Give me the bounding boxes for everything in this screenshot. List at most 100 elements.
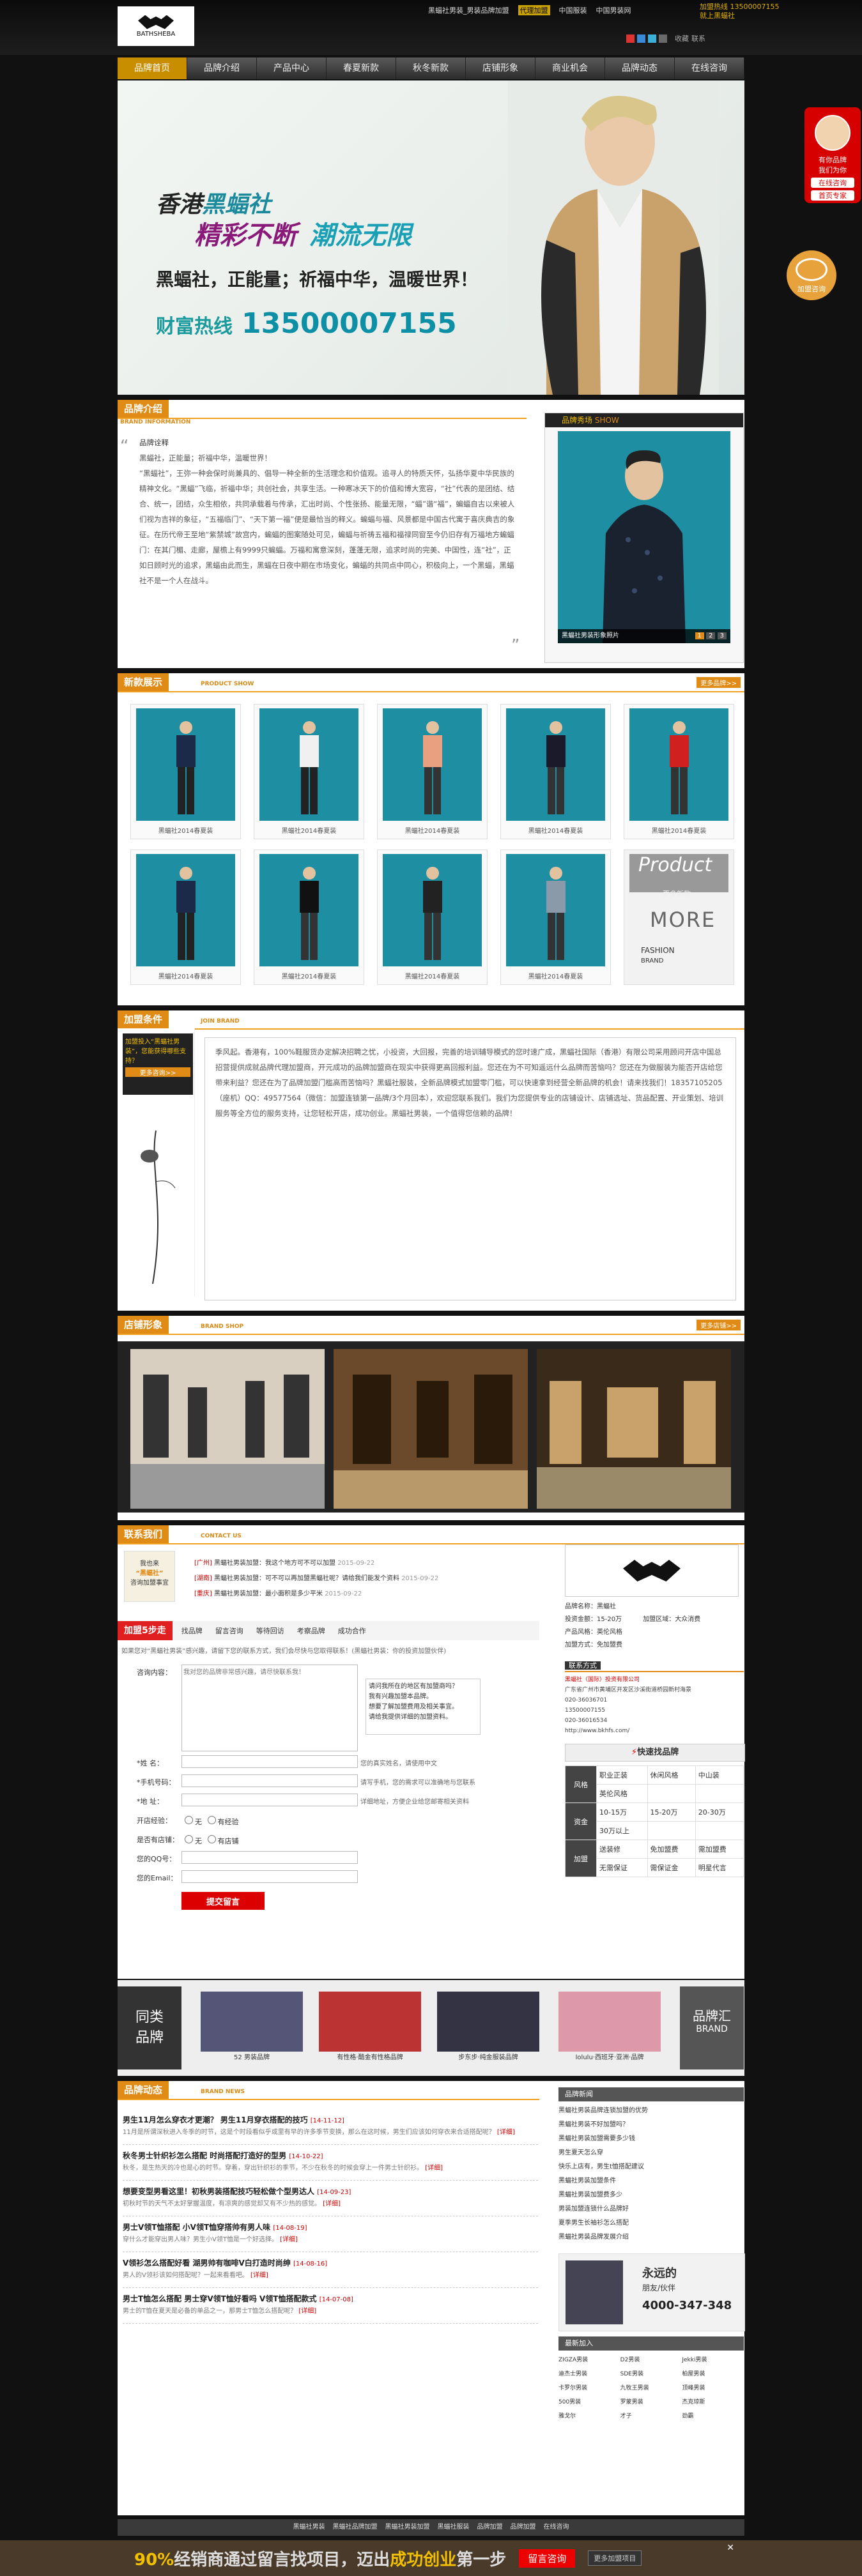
float-chat-bubble[interactable]: 加盟咨询	[787, 250, 836, 300]
footer-link[interactable]: 黑蝠社男装加盟	[385, 2519, 430, 2536]
side-news-item[interactable]: 夏季男生长袖衫怎么搭配	[558, 2216, 744, 2230]
news-item[interactable]: V领衫怎么搭配好看 湖男帅有咖啡V白打造时尚绅 [14-08-16] 男人的V领衫…	[123, 2252, 538, 2288]
brand-show-slider[interactable]: 品牌秀场 SHOW 黑蝠社男装形象照片 1 2 3	[544, 413, 744, 663]
product-card[interactable]: 黑蝠社2014春夏装	[500, 850, 611, 985]
table-cell[interactable]: 中山装	[695, 1765, 744, 1785]
side-news-item[interactable]: 黑蝠社男装加盟需要多少钱	[558, 2132, 744, 2146]
nav-shop-image[interactable]: 店铺形象	[466, 57, 535, 79]
footer-link[interactable]: 黑蝠社服装	[438, 2519, 470, 2536]
top-link[interactable]: 中国男装网	[596, 5, 631, 15]
more-link[interactable]: 更多品牌>>	[697, 677, 741, 688]
table-cell[interactable]: 20-30万	[695, 1802, 744, 1822]
side-new-item[interactable]: 卡罗尔男装	[558, 2381, 620, 2395]
brand-card[interactable]: 有性格·酷金有性格品牌	[319, 1992, 421, 2067]
side-new-item[interactable]: ZIGZA男装	[558, 2353, 620, 2367]
brand-card[interactable]: 步东步·纯金服装品牌	[437, 1992, 539, 2067]
float-consult-button[interactable]: 在线咨询	[811, 178, 854, 188]
side-new-item[interactable]: 顶峰男装	[682, 2381, 744, 2395]
table-cell[interactable]: 需保证金	[647, 1858, 696, 1877]
product-card[interactable]: 黑蝠社2014春夏装	[254, 704, 364, 839]
nav-business[interactable]: 商业机会	[535, 57, 605, 79]
brand-card[interactable]: 52 男装品牌	[201, 1992, 303, 2067]
bottom-more-button[interactable]: 更多加盟项目	[588, 2550, 642, 2566]
news-item[interactable]: 男士T恤怎么搭配 男士穿V领T恤好看吗 V领T恤搭配款式 [14-07-08] 男…	[123, 2288, 538, 2324]
name-input[interactable]	[181, 1755, 358, 1768]
side-new-item[interactable]: 500男装	[558, 2395, 620, 2409]
hero-banner[interactable]: 香港黑蝠社 精彩不断 潮流无限 黑蝠社，正能量；祈福中华，温暖世界！ 财富热线 13…	[118, 80, 744, 395]
top-link[interactable]: 中国服装	[559, 5, 587, 15]
footer-link[interactable]: 品牌加盟	[477, 2519, 503, 2536]
news-item[interactable]: 想要变型男看这里！初秋男装搭配技巧轻松做个型男达人 [14-09-23] 初秋时节…	[123, 2181, 538, 2216]
news-item[interactable]: 男士V领T恤搭配 小V领T恤穿搭帅有男人味 [14-08-19] 穿什么才能穿出男…	[123, 2216, 538, 2252]
shop-photo[interactable]	[130, 1349, 325, 1509]
side-new-item[interactable]: SDE男装	[620, 2367, 682, 2381]
side-new-item[interactable]: 九牧王男装	[620, 2381, 682, 2395]
footer-link[interactable]: 黑蝠社男装	[293, 2519, 325, 2536]
side-new-item[interactable]: Jekki男装	[682, 2353, 744, 2367]
table-cell[interactable]: 15-20万	[647, 1802, 696, 1822]
more-products-promo[interactable]: Product 更多新款 MORE FASHION BRAND	[624, 850, 734, 985]
product-card[interactable]: 黑蝠社2014春夏装	[130, 704, 241, 839]
side-new-item[interactable]: 柏屋男装	[682, 2367, 744, 2381]
side-new-item[interactable]: 劲霸	[682, 2409, 744, 2423]
brand-card[interactable]: lolulu·西班牙·亚洲·品牌	[558, 1992, 661, 2067]
qq-input[interactable]	[181, 1851, 358, 1864]
side-news-item[interactable]: 快乐上店有，男生t恤搭配建议	[558, 2160, 744, 2174]
side-news-item[interactable]: 黑蝠社男装品牌连锁加盟的优势	[558, 2104, 744, 2118]
product-card[interactable]: 黑蝠社2014春夏装	[624, 704, 734, 839]
join-more-button[interactable]: 更多咨询>>	[125, 1067, 190, 1077]
pager-dot[interactable]: 1	[695, 632, 704, 639]
nav-products[interactable]: 产品中心	[257, 57, 327, 79]
footer-link[interactable]: 黑蝠社品牌加盟	[333, 2519, 378, 2536]
nav-consult[interactable]: 在线咨询	[675, 57, 744, 79]
content-textarea[interactable]	[181, 1665, 358, 1751]
side-news-item[interactable]: 黑蝠社男装不好加盟吗？	[558, 2118, 744, 2132]
table-cell[interactable]: 休闲风格	[647, 1765, 696, 1785]
side-new-item[interactable]: 才子	[620, 2409, 682, 2423]
quick-message[interactable]: 请问我所在的地区有加盟商吗？	[369, 1682, 477, 1692]
footer-link[interactable]: 品牌加盟	[511, 2519, 536, 2536]
side-new-item[interactable]: 罗蒙男装	[620, 2395, 682, 2409]
pager-dot[interactable]: 3	[717, 632, 727, 639]
product-card[interactable]: 黑蝠社2014春夏装	[500, 704, 611, 839]
float-expert-button[interactable]: 首页专家	[811, 190, 854, 201]
product-card[interactable]: 黑蝠社2014春夏装	[130, 850, 241, 985]
pager-dot[interactable]: 2	[706, 632, 716, 639]
quick-message[interactable]: 请给我提供详细的加盟资料。	[369, 1712, 477, 1723]
side-new-item[interactable]: D2男装	[620, 2353, 682, 2367]
shop-photo[interactable]	[334, 1349, 528, 1509]
nav-brand-intro[interactable]: 品牌介绍	[187, 57, 257, 79]
table-cell[interactable]: 职业正装	[596, 1765, 648, 1785]
side-ad[interactable]: 永远的 朋友/伙伴 4000-347-348	[558, 2253, 745, 2331]
quick-message[interactable]: 我有兴趣加盟本品牌。	[369, 1692, 477, 1702]
quick-message[interactable]: 想要了解加盟费用及相关事宜。	[369, 1702, 477, 1712]
side-news-item[interactable]: 男生夏天怎么穿	[558, 2146, 744, 2160]
table-cell[interactable]: 送装修	[596, 1840, 648, 1859]
product-card[interactable]: 黑蝠社2014春夏装	[377, 704, 488, 839]
company-site[interactable]: http://www.bkhfs.com/	[565, 1726, 744, 1736]
nav-autumn-winter[interactable]: 秋冬新款	[396, 57, 466, 79]
join-badge[interactable]: 加盟投入“黑蝠社男装”，您能获得哪些支持？ 更多咨询>>	[123, 1033, 193, 1095]
table-cell[interactable]: 英伦风格	[596, 1784, 648, 1803]
news-item[interactable]: 男生11月怎么穿衣才更潮？ 男生11月穿衣搭配的技巧 [14-11-12] 11月…	[123, 2109, 538, 2145]
side-new-item[interactable]: 杰克琼斯	[682, 2395, 744, 2409]
email-input[interactable]	[181, 1870, 358, 1883]
consult-box[interactable]: 我也来 “黑蝠社” 咨询加盟事宜	[124, 1551, 175, 1602]
side-news-item[interactable]: 黑蝠社男装加盟费多少	[558, 2188, 744, 2202]
side-news-item[interactable]: 黑蝠社男装加盟条件	[558, 2174, 744, 2188]
more-link[interactable]: 更多店铺>>	[697, 1320, 741, 1330]
close-icon[interactable]: ✕	[727, 2543, 734, 2553]
top-link[interactable]: 黑蝠社男装_男装品牌加盟	[428, 5, 509, 15]
weibo-icon[interactable]	[626, 34, 635, 43]
nav-home[interactable]: 品牌首页	[118, 57, 187, 79]
qq-icon[interactable]	[637, 34, 645, 43]
shop-photo[interactable]	[537, 1349, 731, 1509]
store-radio-no[interactable]	[185, 1835, 193, 1843]
table-cell[interactable]: 需加盟费	[695, 1840, 744, 1859]
nav-spring-summer[interactable]: 春夏新款	[327, 57, 396, 79]
footer-link[interactable]: 在线咨询	[544, 2519, 569, 2536]
float-consult-panel[interactable]: 有你品牌 我们为你 在线咨询 首页专家	[804, 107, 861, 203]
table-cell[interactable]: 30万以上	[596, 1821, 648, 1840]
submit-button[interactable]: 提交留言	[181, 1892, 265, 1910]
top-link[interactable]: 代理加盟	[518, 5, 550, 15]
